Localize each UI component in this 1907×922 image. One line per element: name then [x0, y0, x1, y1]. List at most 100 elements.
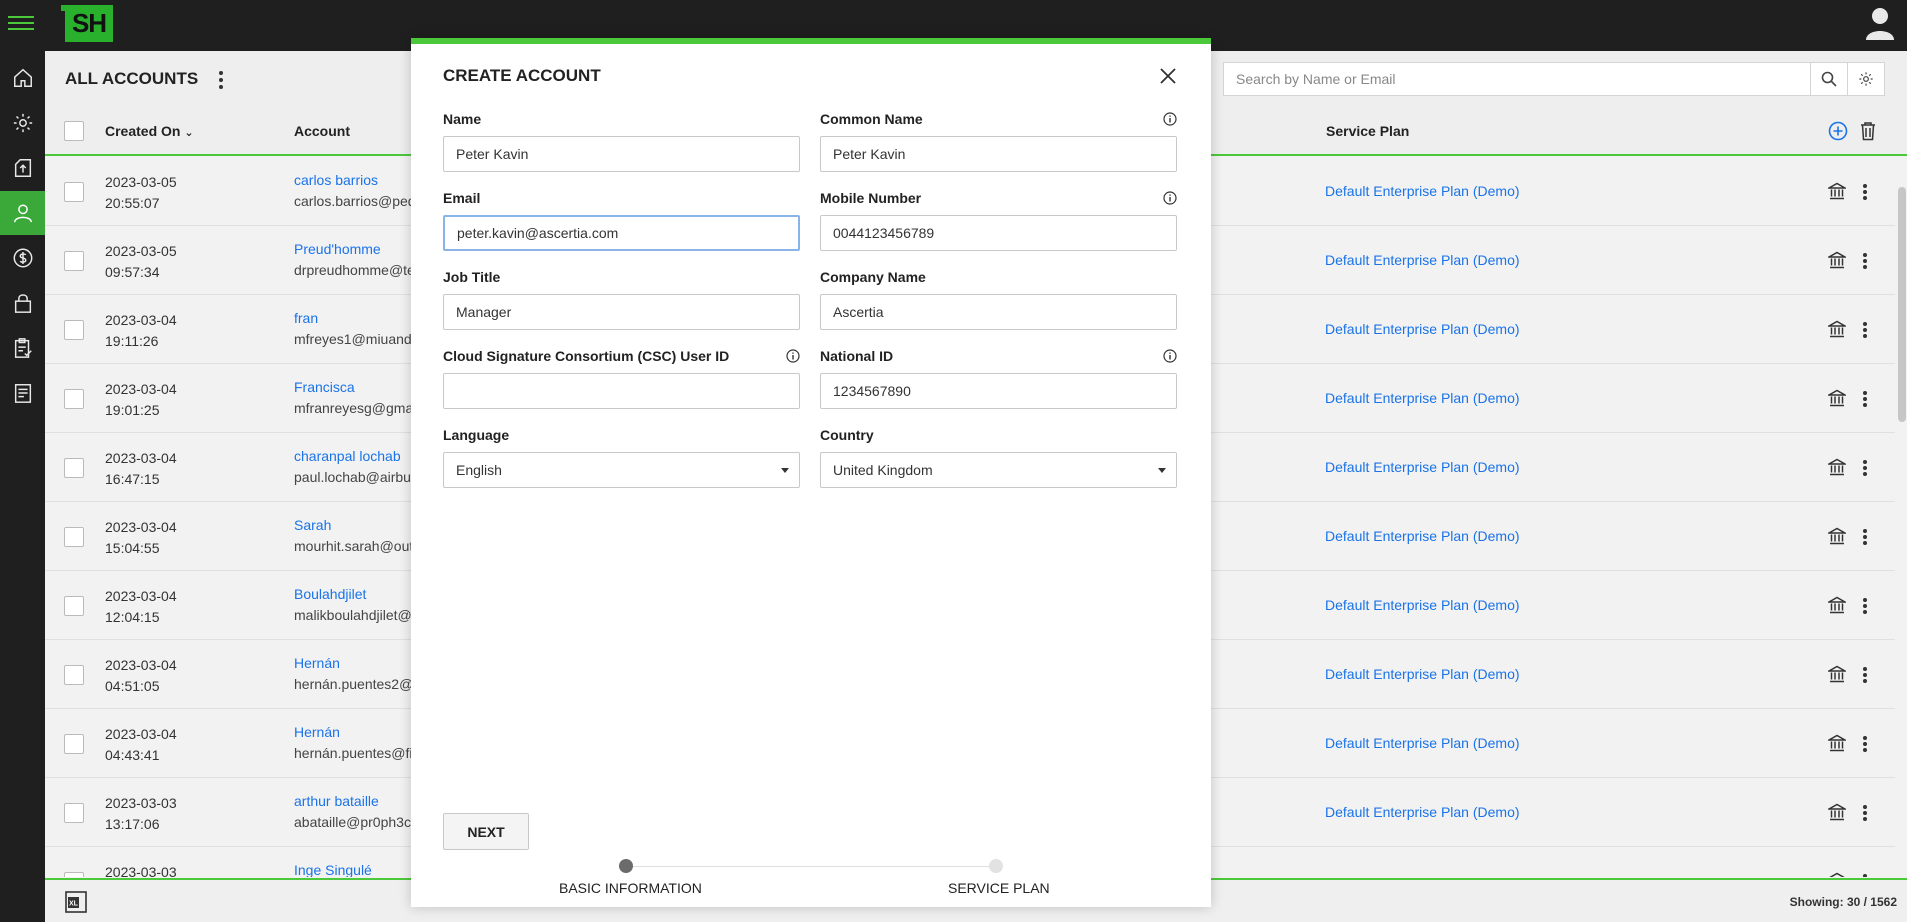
bank-icon[interactable]	[1828, 872, 1846, 877]
avatar-icon[interactable]	[1865, 6, 1895, 42]
row-service-plan[interactable]: Default Enterprise Plan (Demo)	[1325, 459, 1520, 475]
scrollbar-thumb[interactable]	[1898, 187, 1906, 422]
row-account-name[interactable]: Sarah	[294, 517, 331, 533]
row-more-options-icon[interactable]	[1863, 253, 1867, 269]
row-more-options-icon[interactable]	[1863, 529, 1867, 545]
row-service-plan[interactable]: Default Enterprise Plan (Demo)	[1325, 597, 1520, 613]
sidebar-item-tasks[interactable]	[0, 326, 45, 370]
row-checkbox[interactable]	[64, 251, 84, 271]
row-checkbox[interactable]	[64, 389, 84, 409]
row-more-options-icon[interactable]	[1863, 322, 1867, 338]
row-account-name[interactable]: Inge Singulé	[294, 862, 372, 877]
info-icon[interactable]	[1163, 349, 1177, 363]
row-account-name[interactable]: Francisca	[294, 379, 355, 395]
row-service-plan[interactable]: Default Enterprise Plan (Demo)	[1325, 390, 1520, 406]
mobile-number-field[interactable]	[820, 215, 1177, 251]
column-service-plan[interactable]: Service Plan	[1326, 123, 1409, 139]
more-options-icon[interactable]	[219, 71, 225, 89]
search-input[interactable]	[1223, 62, 1811, 96]
sidebar-item-settings[interactable]	[0, 101, 45, 145]
column-created-on[interactable]: Created On ⌄	[105, 123, 194, 139]
row-account-name[interactable]: Preud'homme	[294, 241, 381, 257]
row-checkbox[interactable]	[64, 458, 84, 478]
row-account-name[interactable]: carlos barrios	[294, 172, 378, 188]
bank-icon[interactable]	[1828, 665, 1846, 683]
bank-icon[interactable]	[1828, 803, 1846, 821]
national-id-field[interactable]	[820, 373, 1177, 409]
sidebar-item-reports[interactable]	[0, 371, 45, 415]
column-account[interactable]: Account	[294, 123, 350, 139]
sidebar-item-billing[interactable]	[0, 236, 45, 280]
select-all-checkbox[interactable]	[64, 121, 84, 141]
bank-icon[interactable]	[1828, 251, 1846, 269]
row-more-options-icon[interactable]	[1863, 184, 1867, 200]
row-service-plan[interactable]: Default Enterprise Plan (Demo)	[1325, 252, 1520, 268]
row-checkbox[interactable]	[64, 182, 84, 202]
row-service-plan[interactable]: Default Enterprise Plan (Demo)	[1325, 666, 1520, 682]
row-account-name[interactable]: charanpal lochab	[294, 448, 401, 464]
row-service-plan[interactable]: Default Enterprise Plan (Demo)	[1325, 735, 1520, 751]
bank-icon[interactable]	[1828, 182, 1846, 200]
row-account-name[interactable]: fran	[294, 310, 318, 326]
row-more-options-icon[interactable]	[1863, 598, 1867, 614]
language-select[interactable]: English	[443, 452, 800, 488]
bank-icon[interactable]	[1828, 458, 1846, 476]
name-field[interactable]	[443, 136, 800, 172]
bank-icon[interactable]	[1828, 734, 1846, 752]
sidebar-item-upload[interactable]	[0, 146, 45, 190]
company-name-field[interactable]	[820, 294, 1177, 330]
sidebar-item-home[interactable]	[0, 56, 45, 100]
info-icon[interactable]	[1163, 191, 1177, 205]
row-checkbox[interactable]	[64, 527, 84, 547]
add-icon[interactable]	[1828, 121, 1848, 141]
row-account-name[interactable]: Hernán	[294, 655, 340, 671]
row-account-name[interactable]: arthur bataille	[294, 793, 379, 809]
row-checkbox[interactable]	[64, 872, 84, 877]
row-more-options-icon[interactable]	[1863, 736, 1867, 752]
common-name-field[interactable]	[820, 136, 1177, 172]
bank-icon[interactable]	[1828, 389, 1846, 407]
next-button[interactable]: NEXT	[443, 813, 529, 850]
close-icon[interactable]	[1156, 64, 1180, 88]
sidebar-item-security[interactable]	[0, 281, 45, 325]
row-checkbox[interactable]	[64, 734, 84, 754]
row-service-plan[interactable]: Default Enterprise Plan (Demo)	[1325, 528, 1520, 544]
row-checkbox[interactable]	[64, 803, 84, 823]
row-checkbox[interactable]	[64, 665, 84, 685]
search-settings-button[interactable]	[1847, 62, 1885, 96]
row-checkbox[interactable]	[64, 596, 84, 616]
bank-icon[interactable]	[1828, 527, 1846, 545]
search-button[interactable]	[1810, 62, 1848, 96]
row-checkbox[interactable]	[64, 320, 84, 340]
info-icon[interactable]	[786, 349, 800, 363]
row-account-name[interactable]: Boulahdjilet	[294, 586, 366, 602]
row-more-options-icon[interactable]	[1863, 805, 1867, 821]
sidebar-item-accounts[interactable]	[0, 191, 45, 235]
step-label-basic-information[interactable]: BASIC INFORMATION	[559, 880, 702, 896]
app-logo[interactable]: SH	[61, 5, 113, 42]
row-service-plan[interactable]: Default Enterprise Plan (Demo)	[1325, 321, 1520, 337]
bank-icon[interactable]	[1828, 596, 1846, 614]
country-select[interactable]: United Kingdom	[820, 452, 1177, 488]
step-label-service-plan[interactable]: SERVICE PLAN	[948, 880, 1050, 896]
excel-icon[interactable]: XL	[65, 891, 87, 913]
row-account-email: abataille@pr0ph3c	[294, 814, 411, 830]
info-icon[interactable]	[1163, 112, 1177, 126]
email-field[interactable]	[443, 215, 800, 251]
row-service-plan[interactable]: Default Enterprise Plan (Demo)	[1325, 183, 1520, 199]
step-dot-basic-information[interactable]	[619, 859, 633, 873]
step-dot-service-plan[interactable]	[989, 859, 1003, 873]
job-title-field[interactable]	[443, 294, 800, 330]
row-more-options-icon[interactable]	[1863, 391, 1867, 407]
row-more-options-icon[interactable]	[1863, 667, 1867, 683]
row-account-name[interactable]: Hernán	[294, 724, 340, 740]
row-service-plan[interactable]: Default Enterprise Plan (Demo)	[1325, 804, 1520, 820]
row-more-options-icon[interactable]	[1863, 874, 1867, 877]
row-more-options-icon[interactable]	[1863, 460, 1867, 476]
trash-icon[interactable]	[1859, 121, 1877, 141]
home-icon	[13, 68, 32, 87]
table-scrollbar[interactable]	[1897, 157, 1907, 877]
menu-icon[interactable]	[8, 12, 34, 36]
bank-icon[interactable]	[1828, 320, 1846, 338]
csc-user-id-field[interactable]	[443, 373, 800, 409]
